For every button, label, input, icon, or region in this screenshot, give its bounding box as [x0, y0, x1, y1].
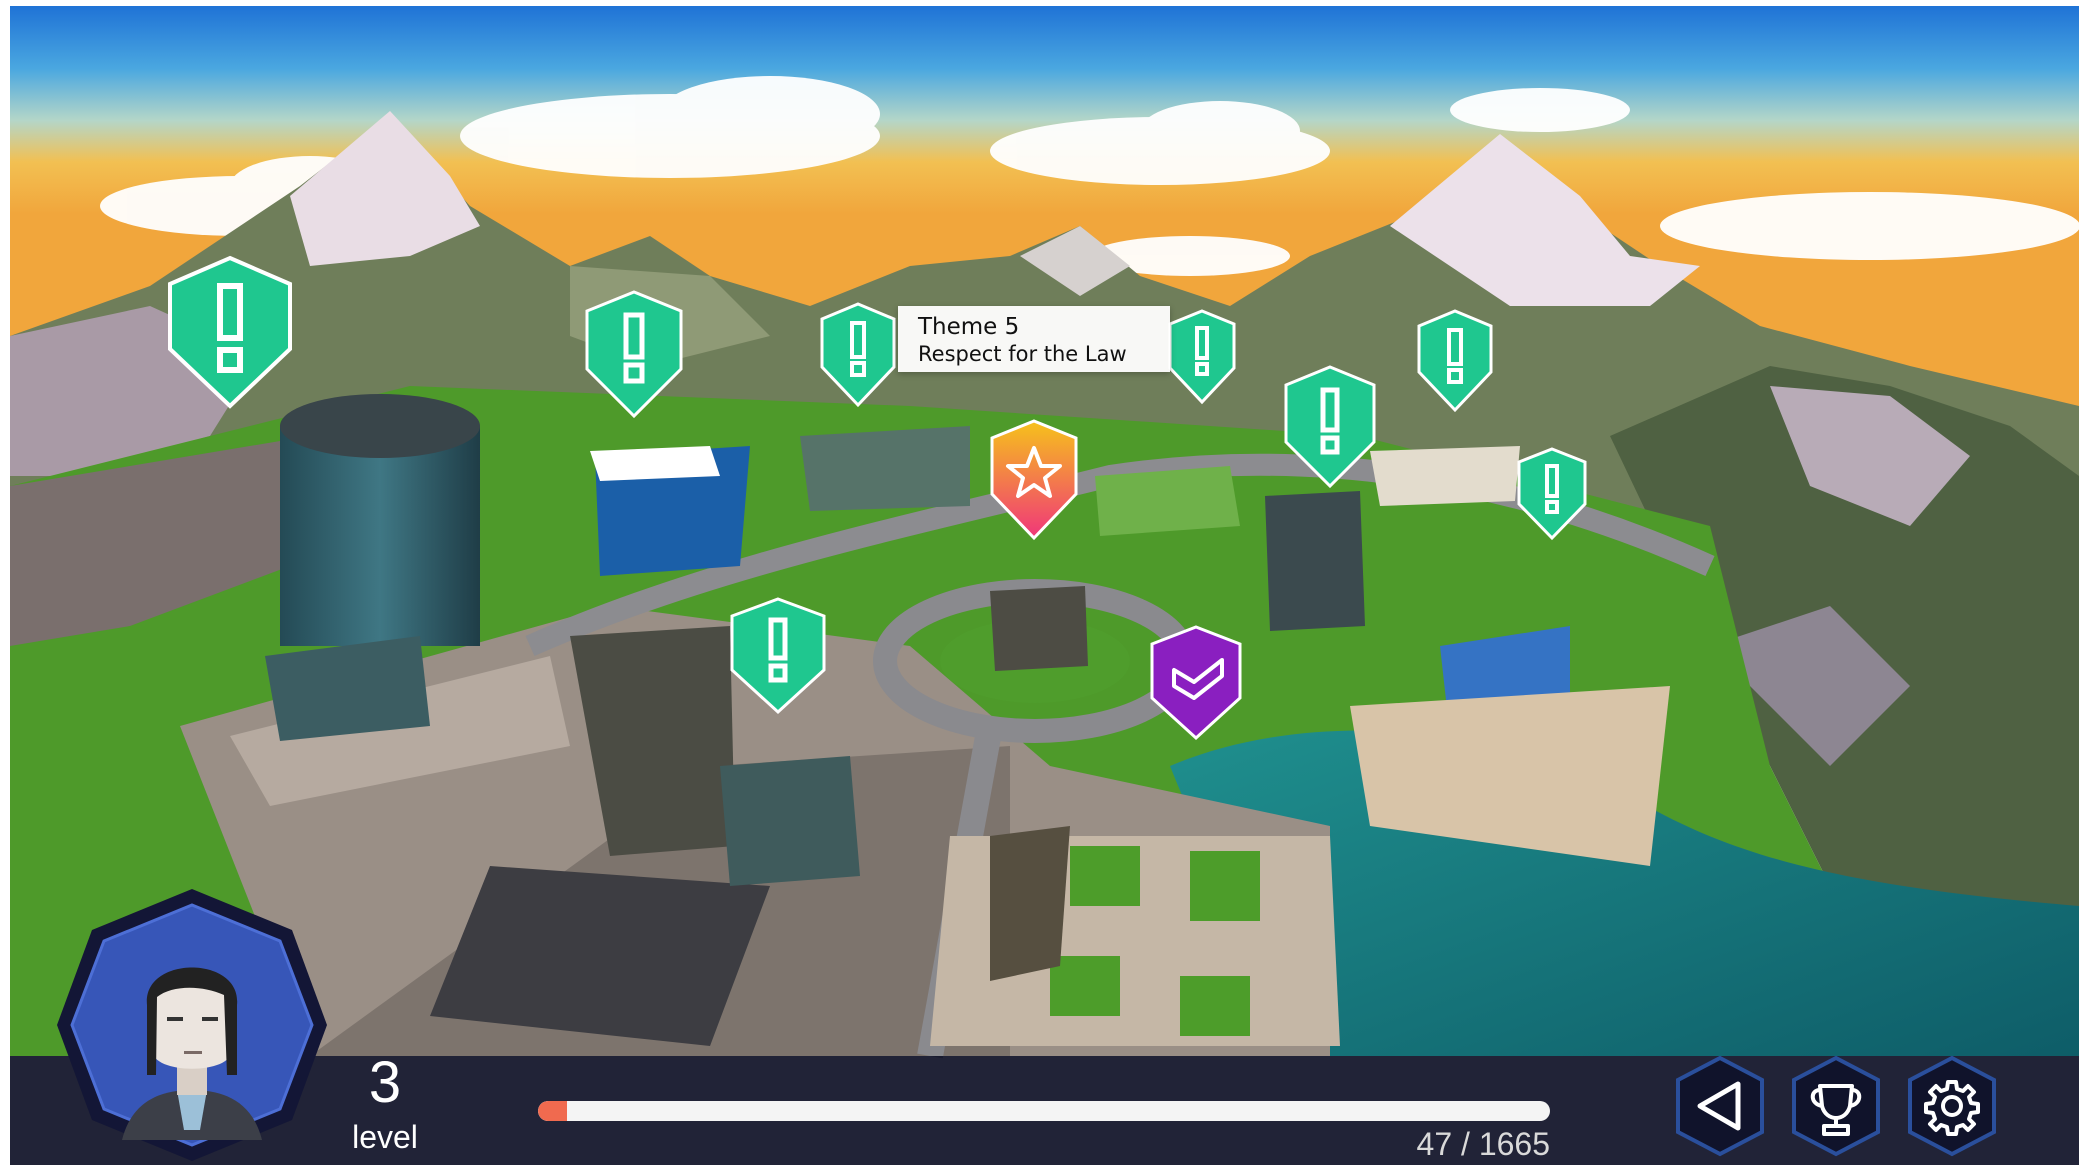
alert-marker[interactable]	[1515, 446, 1589, 542]
star-marker[interactable]	[988, 418, 1080, 542]
tooltip-theme-subtitle: Respect for the Law	[918, 342, 1127, 366]
tooltip-theme-title: Theme 5	[918, 314, 1020, 340]
player-level-label: level	[352, 1119, 418, 1155]
alert-marker[interactable]	[582, 289, 686, 419]
alert-marker[interactable]	[1166, 308, 1238, 406]
achievements-button[interactable]	[1786, 1054, 1886, 1158]
settings-button[interactable]	[1902, 1054, 2002, 1158]
theme-tooltip: Theme 5 Respect for the Law	[898, 306, 1170, 372]
alert-marker[interactable]	[160, 254, 300, 409]
back-button[interactable]	[1670, 1054, 1770, 1158]
player-level-number: 3	[368, 1050, 402, 1115]
alert-marker[interactable]	[818, 301, 898, 409]
xp-progress-fill	[538, 1101, 567, 1121]
xp-progress-bar	[538, 1101, 1550, 1121]
alert-marker[interactable]	[1282, 364, 1378, 490]
alert-marker[interactable]	[1415, 308, 1495, 414]
completed-marker[interactable]	[1148, 624, 1244, 742]
player-avatar[interactable]	[52, 885, 332, 1165]
alert-marker[interactable]	[728, 596, 828, 716]
xp-progress-text: 47 / 1665	[1416, 1126, 1550, 1162]
